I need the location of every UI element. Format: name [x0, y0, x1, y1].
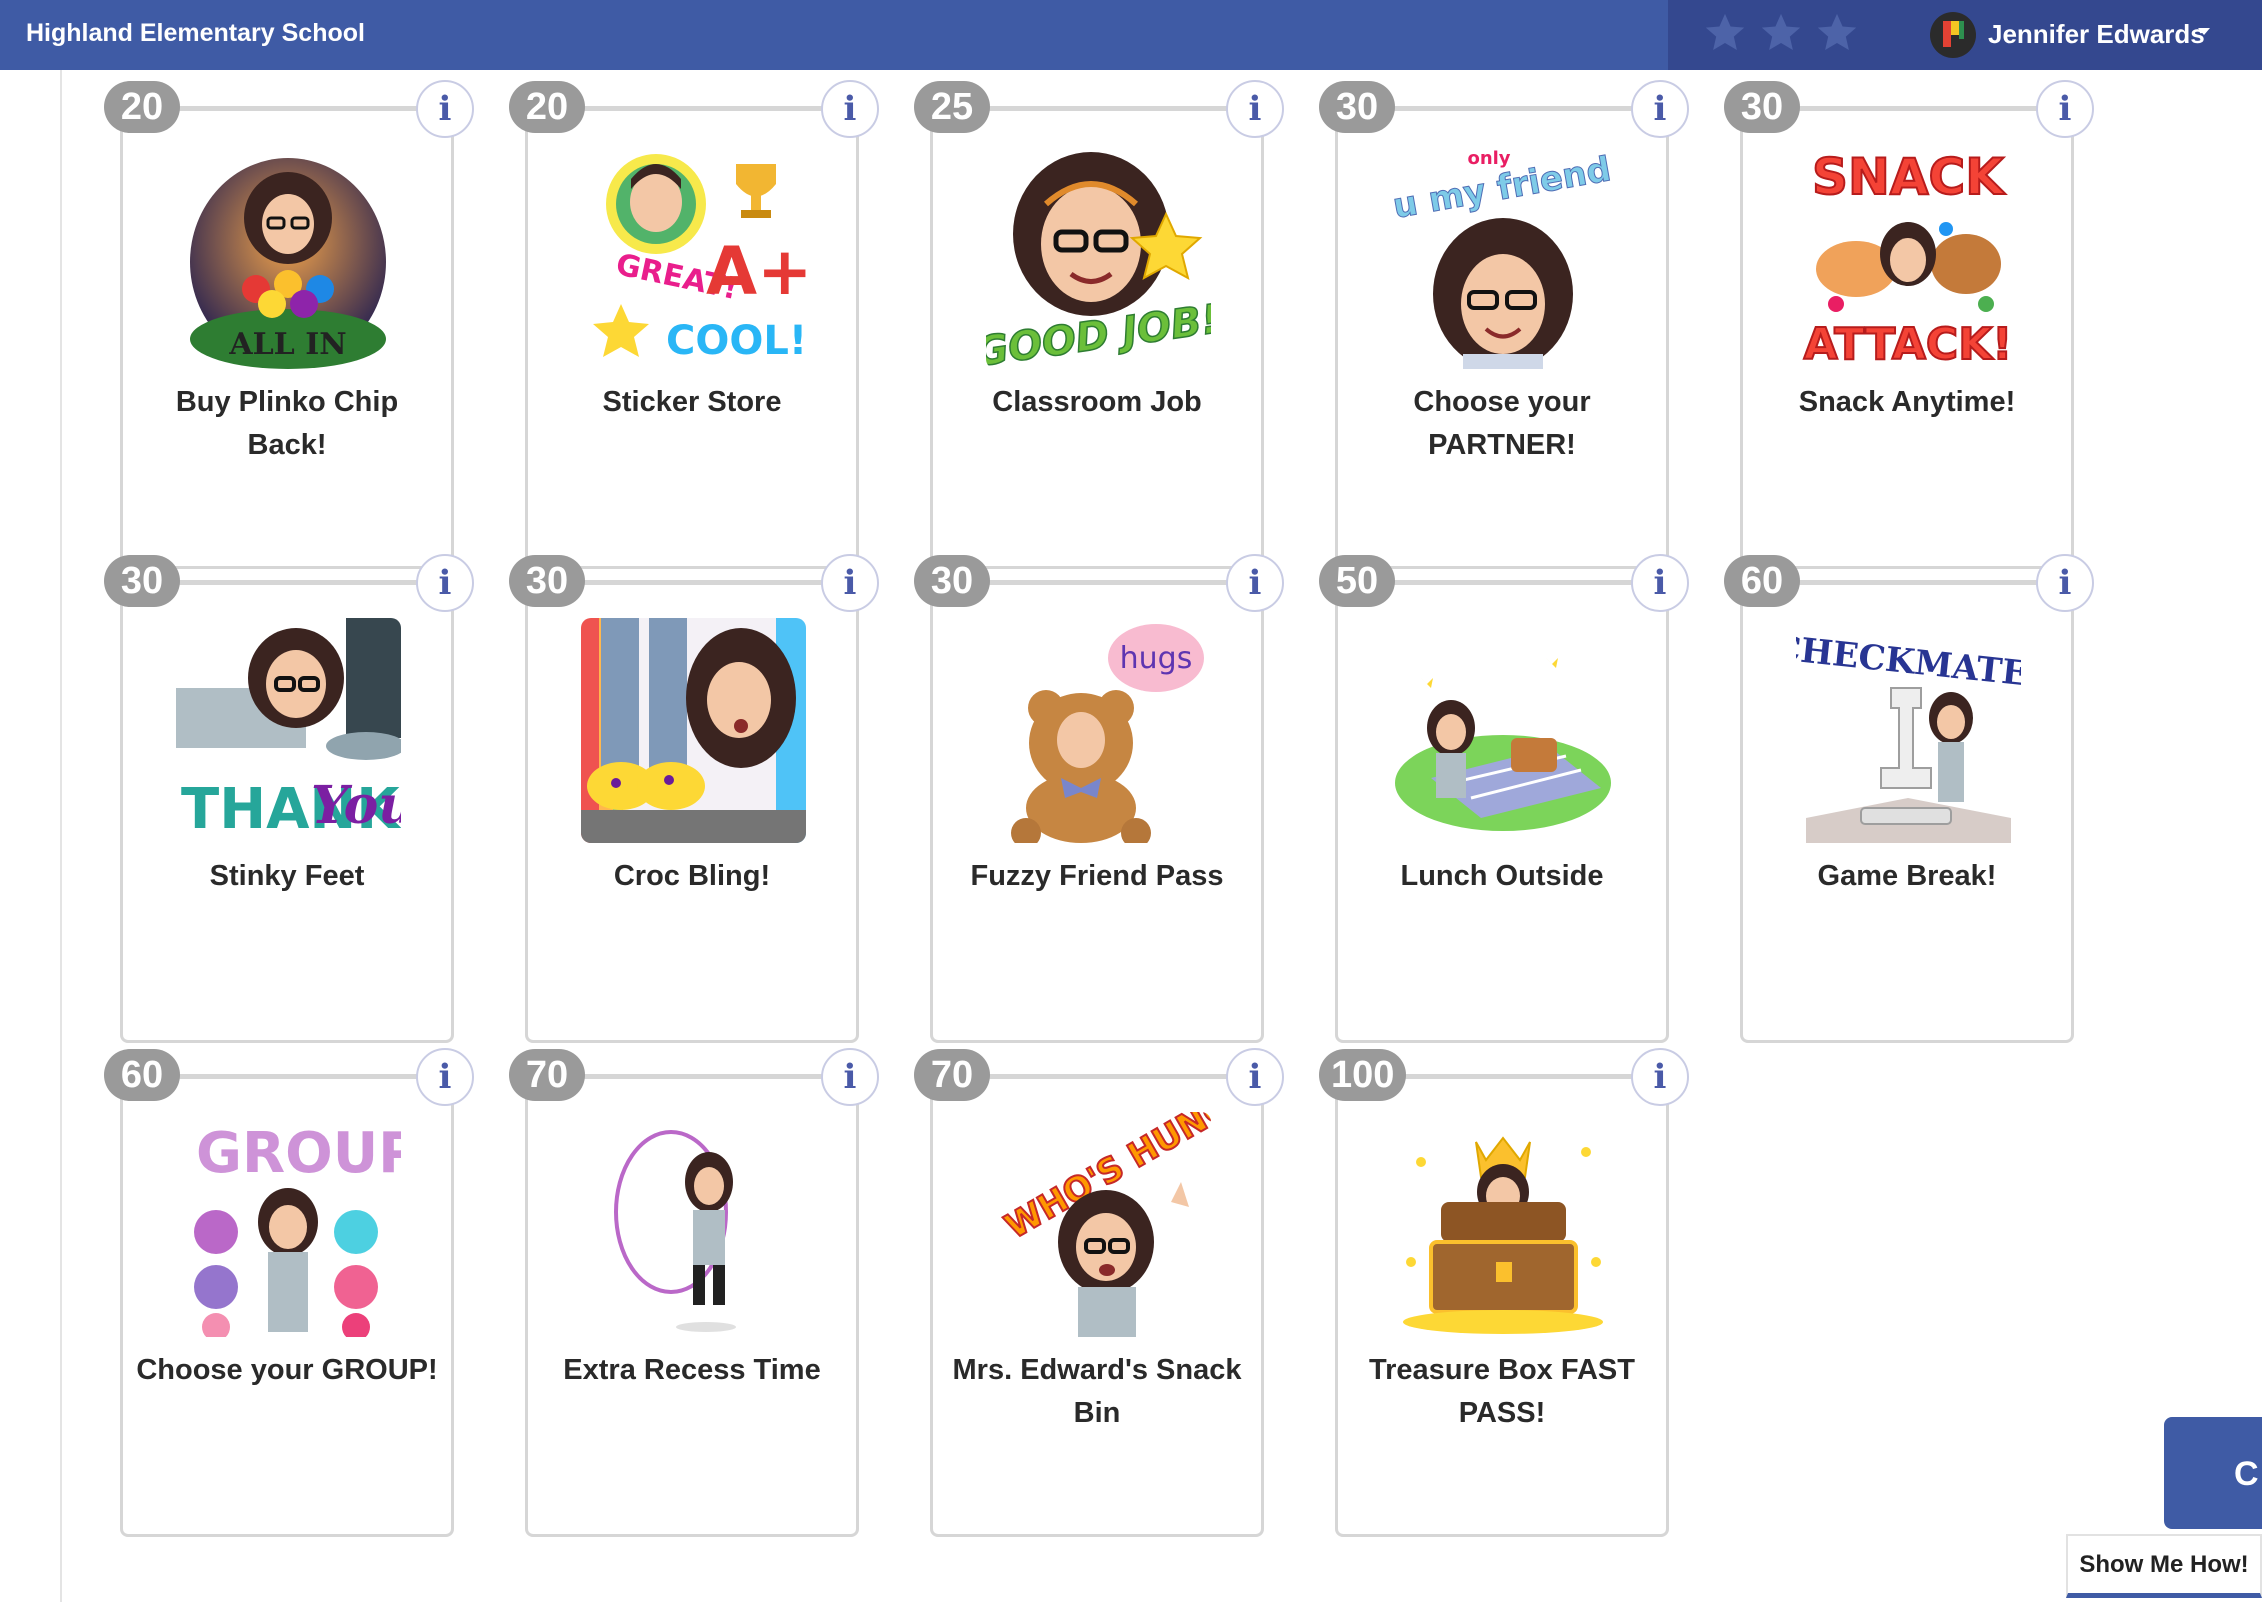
reward-title: Croc Bling!: [613, 860, 771, 892]
info-button[interactable]: i: [1226, 1048, 1284, 1106]
reward-title: Lunch Outside: [1400, 860, 1604, 892]
info-button[interactable]: i: [821, 1048, 879, 1106]
art-text: ATTACK!: [1804, 319, 2013, 369]
info-button[interactable]: i: [416, 1048, 474, 1106]
reward-card[interactable]: 30 i THANK You Stinky Feet: [104, 554, 474, 1043]
reward-title: Classroom Job: [992, 386, 1202, 418]
info-button[interactable]: i: [1226, 80, 1284, 138]
price-badge: 100: [1319, 1049, 1407, 1101]
reward-card[interactable]: 60 i GROUP Choose your GROUP!: [104, 1048, 474, 1537]
reward-card[interactable]: 30 i SNACK ATTACK! Snack Anytime!: [1724, 80, 2094, 569]
stickers-art: GREAT! A+ COOL!: [581, 144, 806, 369]
side-panel-tab[interactable]: C: [2164, 1417, 2262, 1529]
reward-card[interactable]: 20 i GREAT! A+ COOL! Sticker Store: [509, 80, 879, 569]
price-badge: 60: [1724, 555, 1800, 607]
reward-title: Buy Plinko Chip Back!: [175, 386, 399, 461]
snack-attack-art: SNACK ATTACK!: [1796, 144, 2021, 369]
art-text: ALL IN: [228, 327, 346, 362]
reward-title: Choose your PARTNER!: [1413, 386, 1591, 461]
price-badge: 20: [104, 81, 180, 133]
hungry-art: WHO'S HUNGRY?: [986, 1112, 1211, 1337]
reward-title: Snack Anytime!: [1798, 386, 2016, 418]
thank-you-art: THANK You: [176, 618, 401, 843]
reward-card[interactable]: 70 i Extra Recess Time: [509, 1048, 879, 1537]
price-badge: 30: [914, 555, 990, 607]
jump-rope-art: [581, 1112, 806, 1337]
reward-title: Extra Recess Time: [563, 1354, 821, 1386]
price-badge: 30: [1724, 81, 1800, 133]
price-badge: 30: [509, 555, 585, 607]
art-text: SNACK: [1812, 148, 2006, 206]
reward-title: Game Break!: [1817, 860, 1997, 892]
reward-card[interactable]: 30 i u my friend only Choose your PARTNE…: [1319, 80, 1689, 569]
reward-card[interactable]: 30 i hugs Fuzzy Friend Pass: [914, 554, 1284, 1043]
reward-title: Sticker Store: [602, 386, 782, 418]
user-menu-name[interactable]: Jennifer Edwards: [1988, 18, 2205, 50]
reward-title: Choose your GROUP!: [136, 1354, 438, 1386]
info-button[interactable]: i: [1631, 80, 1689, 138]
price-badge: 70: [509, 1049, 585, 1101]
price-badge: 30: [104, 555, 180, 607]
art-text: only: [1467, 148, 1510, 169]
reward-title: Stinky Feet: [209, 860, 365, 892]
croc-shoes-art: [581, 618, 806, 843]
info-button[interactable]: i: [416, 554, 474, 612]
group-art: GROUP: [176, 1112, 401, 1337]
reward-card[interactable]: 25 i GOOD JOB! Classroom Job: [914, 80, 1284, 569]
picnic-art: [1391, 618, 1616, 843]
art-text: GROUP: [196, 1121, 401, 1186]
price-badge: 25: [914, 81, 990, 133]
price-badge: 60: [104, 1049, 180, 1101]
reward-card[interactable]: 100 i Treasure Box FAST PASS!: [1319, 1048, 1689, 1537]
user-avatar[interactable]: [1930, 12, 1976, 58]
star-icon: [1758, 10, 1804, 56]
info-button[interactable]: i: [821, 80, 879, 138]
chevron-down-icon[interactable]: [2198, 28, 2210, 35]
art-text: CHECKMATE!: [1796, 628, 2021, 696]
info-button[interactable]: i: [1226, 554, 1284, 612]
art-text: COOL!: [666, 318, 806, 364]
friend-art: u my friend only: [1391, 144, 1616, 369]
art-text: hugs: [1120, 641, 1193, 676]
school-name: Highland Elementary School: [26, 19, 365, 47]
price-badge: 30: [1319, 81, 1395, 133]
star-icon: [1702, 10, 1748, 56]
art-text: You: [311, 775, 401, 836]
teddy-bear-art: hugs: [986, 618, 1211, 843]
show-me-how-button[interactable]: Show Me How!: [2066, 1534, 2262, 1598]
reward-card[interactable]: 30 i Croc Bling!: [509, 554, 879, 1043]
treasure-chest-art: [1391, 1112, 1616, 1337]
casino-chips-art: ALL IN: [176, 144, 401, 369]
info-button[interactable]: i: [2036, 554, 2094, 612]
side-panel-tab-label: C: [2234, 1455, 2259, 1493]
price-badge: 50: [1319, 555, 1395, 607]
left-divider: [60, 70, 62, 1602]
info-button[interactable]: i: [821, 554, 879, 612]
price-badge: 70: [914, 1049, 990, 1101]
reward-card[interactable]: 20 i ALL IN Buy Plinko Chip Back!: [104, 80, 474, 569]
reward-title: Mrs. Edward's Snack Bin: [952, 1354, 1242, 1429]
info-button[interactable]: i: [1631, 1048, 1689, 1106]
reward-title: Treasure Box FAST PASS!: [1369, 1354, 1635, 1429]
reward-card[interactable]: 70 i WHO'S HUNGRY? Mrs. Edward's Snack B…: [914, 1048, 1284, 1537]
good-job-art: GOOD JOB!: [986, 144, 1211, 369]
info-button[interactable]: i: [1631, 554, 1689, 612]
price-badge: 20: [509, 81, 585, 133]
art-text: A+: [706, 233, 806, 310]
info-button[interactable]: i: [2036, 80, 2094, 138]
reward-title: Fuzzy Friend Pass: [970, 860, 1224, 892]
reward-card[interactable]: 60 i CHECKMATE! Game Break!: [1724, 554, 2094, 1043]
star-icon: [1814, 10, 1860, 56]
reward-card[interactable]: 50 i Lunch Outside: [1319, 554, 1689, 1043]
checkmate-art: CHECKMATE!: [1796, 618, 2021, 843]
info-button[interactable]: i: [416, 80, 474, 138]
